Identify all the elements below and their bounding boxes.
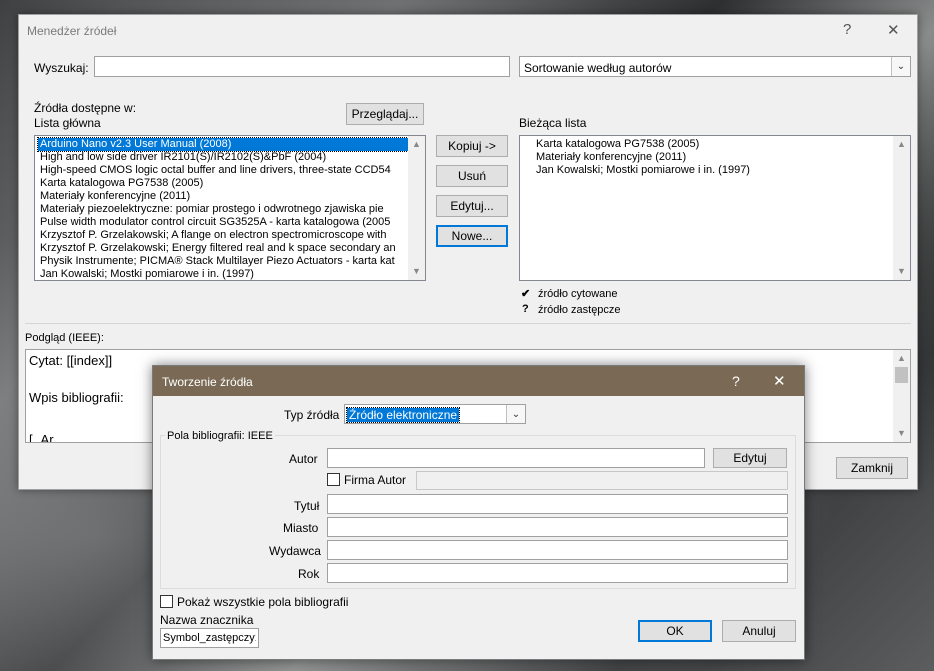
source-type-select[interactable]: Źródło elektroniczne ⌄ bbox=[344, 404, 526, 424]
master-list-item[interactable]: Materiały konferencyjne (2011) bbox=[35, 190, 425, 203]
title-input[interactable] bbox=[327, 494, 788, 514]
master-list-item[interactable]: Pulse width modulator control circuit SG… bbox=[35, 216, 425, 229]
scroll-up-icon[interactable]: ▲ bbox=[893, 136, 910, 153]
scroll-down-icon[interactable]: ▼ bbox=[408, 263, 425, 280]
current-list-item[interactable]: Jan Kowalski; Mostki pomiarowe i in. (19… bbox=[531, 164, 910, 177]
current-list-scrollbar[interactable]: ▲ ▼ bbox=[893, 136, 910, 280]
current-list-item[interactable]: Materiały konferencyjne (2011) bbox=[531, 151, 910, 164]
sort-select[interactable]: Sortowanie według autorów ⌄ bbox=[519, 56, 911, 77]
master-list-item[interactable]: Krzysztof P. Grzelakowski; Energy filter… bbox=[35, 242, 425, 255]
sort-select-value: Sortowanie według autorów bbox=[524, 61, 672, 75]
create-source-dialog: Tworzenie źródła ? ✕ Typ źródła Źródło e… bbox=[152, 365, 805, 660]
master-list-item[interactable]: High and low side driver IR2101(S)/IR210… bbox=[35, 151, 425, 164]
sources-available-label: Źródła dostępne w: bbox=[34, 101, 137, 115]
help-icon[interactable]: ? bbox=[843, 21, 851, 38]
year-input[interactable] bbox=[327, 563, 788, 583]
author-input[interactable] bbox=[327, 448, 705, 468]
master-list-item[interactable]: High-speed CMOS logic octal buffer and l… bbox=[35, 164, 425, 177]
source-type-value: Źródło elektroniczne bbox=[345, 407, 461, 423]
master-list-item[interactable]: Krzysztof P. Grzelakowski; A flange on e… bbox=[35, 229, 425, 242]
current-list-item[interactable]: Karta katalogowa PG7538 (2005) bbox=[531, 138, 910, 151]
master-list-item[interactable]: Jan Kowalski; Mostki pomiarowe i in. (19… bbox=[35, 268, 425, 280]
source-type-label: Typ źródła bbox=[284, 408, 340, 422]
checkmark-icon: ✔ bbox=[521, 288, 531, 300]
scroll-up-icon[interactable]: ▲ bbox=[408, 136, 425, 153]
master-list-item[interactable]: Karta katalogowa PG7538 (2005) bbox=[35, 177, 425, 190]
corporate-author-label: Firma Autor bbox=[344, 473, 407, 487]
preview-bibliography: Wpis bibliografii: bbox=[29, 390, 124, 405]
tag-name-label: Nazwa znacznika bbox=[160, 613, 254, 627]
browse-button[interactable]: Przeglądaj... bbox=[346, 103, 424, 125]
help-icon[interactable]: ? bbox=[732, 373, 740, 389]
scroll-thumb[interactable] bbox=[895, 367, 908, 383]
show-all-fields-label: Pokaż wszystkie pola bibliografii bbox=[177, 595, 349, 609]
preview-label: Podgląd (IEEE): bbox=[25, 332, 104, 344]
close-icon[interactable]: ✕ bbox=[773, 372, 786, 390]
city-label: Miasto bbox=[283, 521, 319, 535]
current-list-label: Bieżąca lista bbox=[519, 116, 587, 130]
search-input[interactable] bbox=[94, 56, 510, 77]
preview-citation: Cytat: [[index]] bbox=[29, 353, 113, 368]
corporate-author-input[interactable] bbox=[416, 471, 788, 490]
fields-group-label: Pola bibliografii: IEEE bbox=[165, 430, 275, 442]
corporate-author-checkbox[interactable] bbox=[327, 473, 340, 486]
edit-author-button[interactable]: Edytuj bbox=[713, 448, 787, 468]
preview-entry: [ „Ar bbox=[29, 432, 54, 443]
scroll-up-icon[interactable]: ▲ bbox=[893, 350, 910, 367]
close-icon[interactable]: ✕ bbox=[887, 21, 900, 39]
publisher-input[interactable] bbox=[327, 540, 788, 560]
search-label: Wyszukaj: bbox=[34, 61, 89, 75]
year-label: Rok bbox=[298, 567, 320, 581]
chevron-down-icon[interactable]: ⌄ bbox=[506, 405, 525, 423]
master-list-label: Lista główna bbox=[34, 116, 101, 130]
delete-button[interactable]: Usuń bbox=[436, 165, 508, 187]
close-button[interactable]: Zamknij bbox=[836, 457, 908, 479]
create-source-titlebar: Tworzenie źródła ? ✕ bbox=[153, 366, 804, 396]
scroll-down-icon[interactable]: ▼ bbox=[893, 263, 910, 280]
title-label: Tytuł bbox=[294, 499, 320, 513]
divider bbox=[25, 323, 911, 324]
chevron-down-icon[interactable]: ⌄ bbox=[891, 57, 910, 76]
preview-scrollbar[interactable]: ▲ ▼ bbox=[893, 350, 910, 442]
tag-name-input[interactable] bbox=[160, 628, 259, 648]
city-input[interactable] bbox=[327, 517, 788, 537]
legend-placeholder: źródło zastępcze bbox=[538, 304, 621, 316]
cancel-button[interactable]: Anuluj bbox=[722, 620, 796, 642]
show-all-fields-checkbox[interactable] bbox=[160, 595, 173, 608]
scroll-down-icon[interactable]: ▼ bbox=[893, 425, 910, 442]
ok-button[interactable]: OK bbox=[638, 620, 712, 642]
question-mark-icon: ? bbox=[522, 303, 529, 315]
master-list-item[interactable]: Physik Instrumente; PICMA® Stack Multila… bbox=[35, 255, 425, 268]
author-label: Autor bbox=[289, 452, 318, 466]
master-list-scrollbar[interactable]: ▲ ▼ bbox=[408, 136, 425, 280]
new-button[interactable]: Nowe... bbox=[436, 225, 508, 247]
legend-cited: źródło cytowane bbox=[538, 288, 618, 300]
dialog-title: Tworzenie źródła bbox=[162, 375, 253, 389]
master-list-item[interactable]: Arduino Nano v2.3 User Manual (2008) bbox=[37, 137, 423, 152]
dialog-title: Menedżer źródeł bbox=[27, 24, 117, 38]
copy-button[interactable]: Kopiuj -> bbox=[436, 135, 508, 157]
current-list[interactable]: Karta katalogowa PG7538 (2005) Materiały … bbox=[519, 135, 911, 281]
master-list[interactable]: Arduino Nano v2.3 User Manual (2008) High… bbox=[34, 135, 426, 281]
edit-button[interactable]: Edytuj... bbox=[436, 195, 508, 217]
master-list-item[interactable]: Materiały piezoelektryczne: pomiar prost… bbox=[35, 203, 425, 216]
publisher-label: Wydawca bbox=[269, 544, 321, 558]
